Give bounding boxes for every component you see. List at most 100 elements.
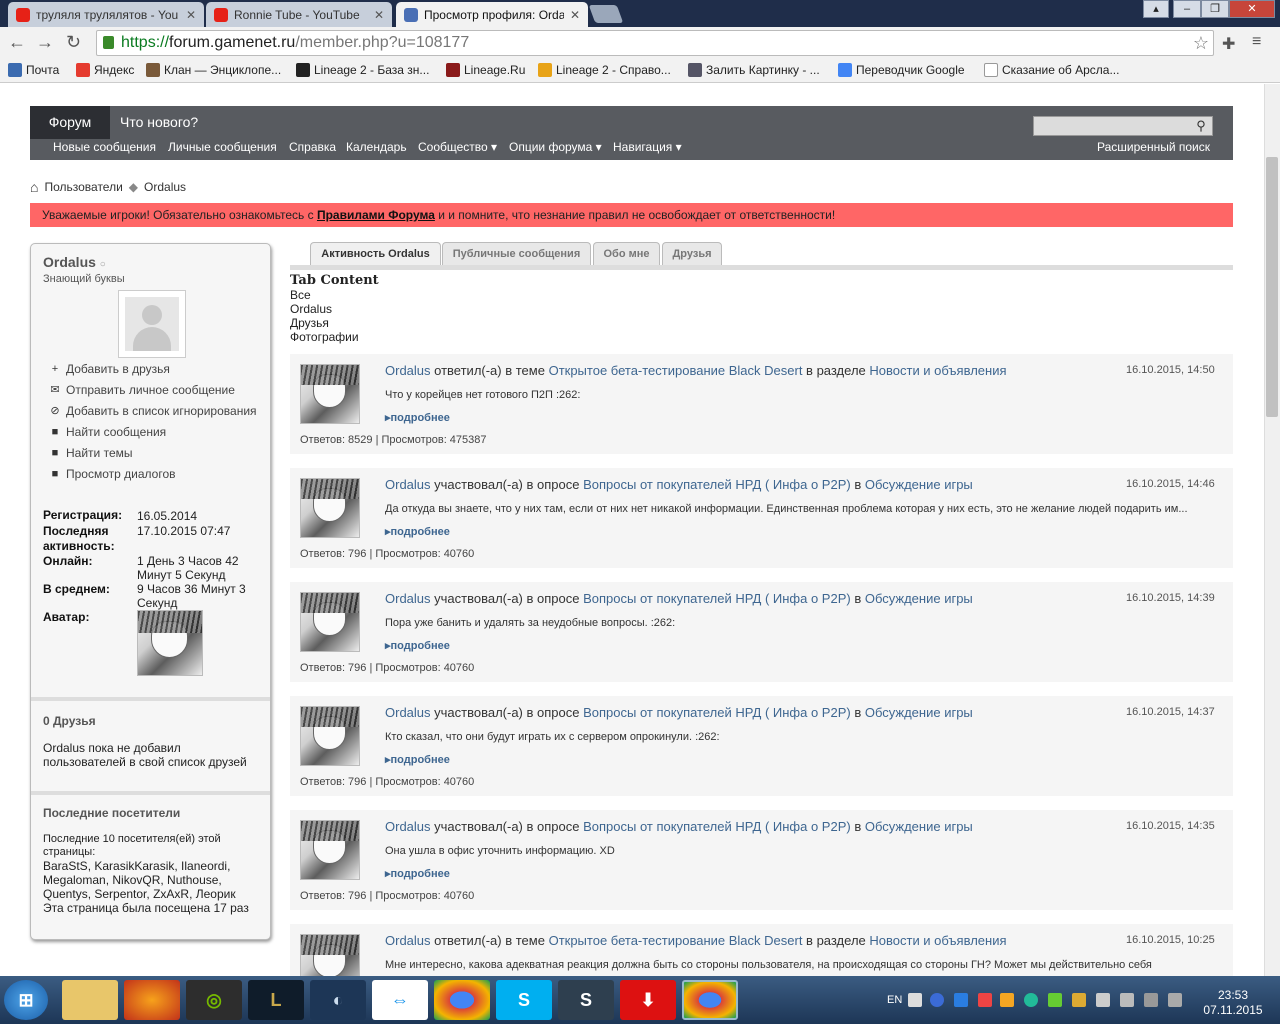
activity-more-link[interactable]: ▸подробнее: [385, 639, 450, 652]
activity-avatar[interactable]: [300, 478, 360, 538]
nav-calendar[interactable]: Календарь: [346, 140, 407, 154]
activity-section[interactable]: Обсуждение игры: [865, 705, 973, 720]
explorer-icon[interactable]: [62, 980, 118, 1020]
tab-public-messages[interactable]: Публичные сообщения: [442, 242, 591, 265]
view-dialogs-link[interactable]: ■ Просмотр диалогов: [49, 467, 176, 481]
add-friend-link[interactable]: + Добавить в друзья: [49, 362, 170, 376]
firefox-icon[interactable]: [124, 980, 180, 1020]
activity-user[interactable]: Ordalus: [385, 933, 431, 948]
tab-activity[interactable]: Активность Ordalus: [310, 242, 441, 265]
activity-more-link[interactable]: ▸подробнее: [385, 753, 450, 766]
bookmark-item[interactable]: Яндекс: [76, 63, 134, 77]
system-clock[interactable]: 23:53 07.11.2015: [1193, 988, 1273, 1018]
bookmark-item[interactable]: Lineage 2 - Справо...: [538, 63, 671, 77]
bookmark-item[interactable]: Залить Картинку - ...: [688, 63, 820, 77]
bookmark-item[interactable]: Lineage 2 - База зн...: [296, 63, 429, 77]
steam-icon[interactable]: ◐: [310, 980, 366, 1020]
chrome-icon[interactable]: [434, 980, 490, 1020]
close-tab-icon[interactable]: ✕: [374, 8, 384, 22]
browser-tab-2[interactable]: Ronnie Tube - YouTube ✕: [206, 2, 392, 27]
nav-help[interactable]: Справка: [289, 140, 336, 154]
minimize-button[interactable]: –: [1173, 0, 1201, 18]
activity-user[interactable]: Ordalus: [385, 363, 431, 378]
tray-icon[interactable]: [1168, 993, 1182, 1007]
activity-avatar[interactable]: [300, 706, 360, 766]
filter-all[interactable]: Все: [290, 288, 311, 302]
search-input[interactable]: ⚲: [1033, 116, 1213, 136]
ignore-link[interactable]: ⊘ Добавить в список игнорирования: [49, 404, 256, 418]
close-tab-icon[interactable]: ✕: [186, 8, 196, 22]
activity-user[interactable]: Ordalus: [385, 591, 431, 606]
activity-avatar[interactable]: [300, 934, 360, 976]
activity-topic[interactable]: Вопросы от покупателей НРД ( Инфа о P2P): [583, 705, 851, 720]
nav-new-posts[interactable]: Новые сообщения: [53, 140, 156, 154]
tray-icon[interactable]: [954, 993, 968, 1007]
bookmark-item[interactable]: Клан — Энциклопе...: [146, 63, 281, 77]
breadcrumb-users[interactable]: Пользователи: [44, 180, 122, 194]
tab-friends[interactable]: Друзья: [662, 242, 722, 265]
nav-private-messages[interactable]: Личные сообщения: [168, 140, 277, 154]
nvidia-icon[interactable]: ◎: [186, 980, 242, 1020]
nav-forum-options[interactable]: Опции форума ▾: [509, 140, 602, 154]
menu-icon[interactable]: ≡: [1252, 33, 1261, 51]
activity-user[interactable]: Ordalus: [385, 477, 431, 492]
tab-whats-new[interactable]: Что нового?: [120, 106, 198, 139]
forward-icon[interactable]: →: [36, 32, 54, 53]
activity-section[interactable]: Обсуждение игры: [865, 819, 973, 834]
tab-about-me[interactable]: Обо мне: [593, 242, 660, 265]
chrome-active-icon[interactable]: [682, 980, 738, 1020]
bookmark-star-icon[interactable]: ☆: [1193, 31, 1209, 55]
search-icon[interactable]: ⚲: [1192, 118, 1210, 134]
nav-community[interactable]: Сообщество ▾: [418, 140, 497, 154]
activity-topic[interactable]: Вопросы от покупателей НРД ( Инфа о P2P): [583, 477, 851, 492]
network-icon[interactable]: [1120, 993, 1134, 1007]
action-center-icon[interactable]: [1144, 993, 1158, 1007]
activity-section[interactable]: Новости и объявления: [869, 363, 1006, 378]
activity-avatar[interactable]: [300, 820, 360, 880]
find-posts-link[interactable]: ■ Найти сообщения: [49, 425, 167, 439]
language-indicator[interactable]: EN: [887, 994, 902, 1006]
activity-more-link[interactable]: ▸подробнее: [385, 525, 450, 538]
tray-app-icon[interactable]: [908, 993, 922, 1007]
start-orb-icon[interactable]: ⊞: [4, 980, 48, 1020]
send-pm-link[interactable]: ✉ Отправить личное сообщение: [49, 383, 234, 397]
find-threads-link[interactable]: ■ Найти темы: [49, 446, 133, 460]
activity-topic[interactable]: Открытое бета-тестирование Black Desert: [549, 363, 803, 378]
help-icon[interactable]: [930, 993, 944, 1007]
volume-icon[interactable]: [1096, 993, 1110, 1007]
activity-section[interactable]: Новости и объявления: [869, 933, 1006, 948]
activity-avatar[interactable]: [300, 592, 360, 652]
tray-icon[interactable]: [1000, 993, 1014, 1007]
bookmark-item[interactable]: Почта: [8, 63, 59, 77]
filter-friends[interactable]: Друзья: [290, 316, 329, 330]
maximize-button[interactable]: ❐: [1201, 0, 1229, 18]
filter-photos[interactable]: Фотографии: [290, 330, 359, 344]
tray-icon[interactable]: [1048, 993, 1062, 1007]
browser-tab-1[interactable]: труляля трулялятов - You ✕: [8, 2, 204, 27]
skype-icon[interactable]: S: [496, 980, 552, 1020]
activity-section[interactable]: Обсуждение игры: [865, 477, 973, 492]
tray-icon[interactable]: [978, 993, 992, 1007]
filter-ordalus[interactable]: Ordalus: [290, 302, 332, 316]
reload-icon[interactable]: ↻: [66, 32, 81, 53]
back-icon[interactable]: ←: [8, 32, 26, 53]
tray-icon[interactable]: [1072, 993, 1086, 1007]
tray-icon[interactable]: [1024, 993, 1038, 1007]
activity-more-link[interactable]: ▸подробнее: [385, 867, 450, 880]
home-icon[interactable]: ⌂: [30, 179, 38, 195]
sublime-icon[interactable]: S: [558, 980, 614, 1020]
advanced-search-link[interactable]: Расширенный поиск: [1097, 140, 1210, 154]
activity-topic[interactable]: Вопросы от покупателей НРД ( Инфа о P2P): [583, 591, 851, 606]
activity-topic[interactable]: Вопросы от покупателей НРД ( Инфа о P2P): [583, 819, 851, 834]
tab-forum[interactable]: Форум: [30, 106, 110, 139]
window-profile-button[interactable]: ▴: [1143, 0, 1169, 18]
activity-user[interactable]: Ordalus: [385, 705, 431, 720]
activity-topic[interactable]: Открытое бета-тестирование Black Desert: [549, 933, 803, 948]
bookmark-item[interactable]: Переводчик Google: [838, 63, 965, 77]
bookmark-item[interactable]: Lineage.Ru: [446, 63, 525, 77]
forum-rules-link[interactable]: Правилами Форума: [317, 208, 435, 222]
extension-icon[interactable]: ✚: [1222, 34, 1235, 54]
close-tab-icon[interactable]: ✕: [570, 8, 580, 22]
activity-avatar[interactable]: [300, 364, 360, 424]
close-window-button[interactable]: ✕: [1229, 0, 1275, 18]
